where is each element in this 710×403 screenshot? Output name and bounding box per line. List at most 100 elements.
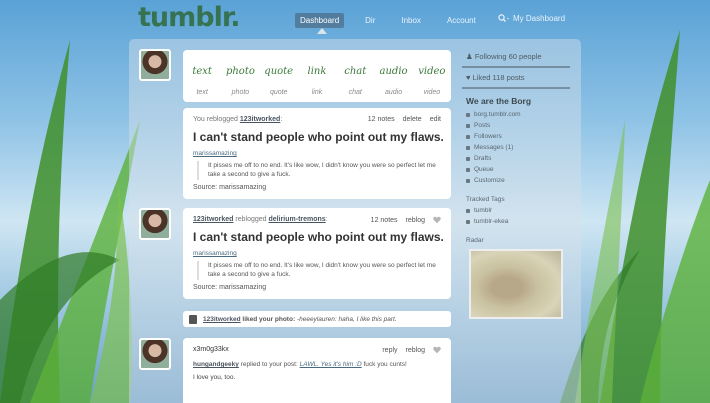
quote-text: It pisses me off to no end. It's like wo… [197, 261, 439, 280]
nav-inbox[interactable]: Inbox [396, 13, 426, 28]
post-title: I can't stand people who point out my fl… [193, 130, 444, 144]
post-source[interactable]: Source: marissamazing [193, 184, 266, 191]
liker-link[interactable]: 123itworked [203, 316, 241, 323]
radar-image[interactable] [469, 249, 563, 319]
post-avatar[interactable] [139, 208, 171, 240]
post-actions: 12 notes reblog [371, 216, 441, 224]
liked-photo-caption[interactable]: -heeeylauren: haha, I like this part. [297, 316, 397, 323]
post-card: You reblogged 123itworked: 12 notes dele… [183, 108, 451, 199]
post-type-link[interactable]: link link [298, 50, 336, 102]
post-type-label: chat [348, 89, 362, 96]
post-type-photo[interactable]: photo photo [221, 50, 259, 102]
following-count[interactable]: ♟ Following 60 people [462, 48, 570, 65]
post-suffix: : [280, 116, 283, 123]
like-notification-icon [189, 314, 197, 324]
post-type-video[interactable]: video video [413, 50, 451, 102]
post-type-label: quote [269, 89, 288, 96]
reply-line: hungandgeeky replied to your post: LAWL.… [193, 361, 407, 368]
post-title: I can't stand people who point out my fl… [193, 230, 444, 244]
person-icon: ♟ [466, 52, 473, 61]
main-nav: Dashboard Dir Inbox Account [295, 12, 497, 28]
nav-account[interactable]: Account [442, 13, 481, 28]
blog-title[interactable]: We are the Borg [462, 90, 570, 109]
search-label: My Dashboard [513, 14, 566, 23]
reblogged-from-link[interactable]: delirium-tremons [269, 216, 326, 223]
like-notification: 123itworked liked your photo: -heeeylaur… [183, 311, 451, 327]
post-type-audio[interactable]: audio audio [374, 50, 412, 102]
post-avatar[interactable] [139, 338, 171, 370]
customize-link[interactable]: Customize [462, 175, 570, 186]
posts-link[interactable]: Posts [462, 120, 570, 131]
search-control[interactable]: My Dashboard [498, 14, 565, 23]
reply-post-link[interactable]: LAWL. Yes it's him :D [300, 361, 362, 368]
notes-count[interactable]: 12 notes [368, 116, 395, 123]
post-actions: reply reblog [382, 346, 441, 354]
messages-link[interactable]: Messages (1) [462, 142, 570, 153]
quote-source-user[interactable]: marissamazing [193, 250, 237, 257]
post-type-script: text [192, 66, 212, 77]
post-suffix: : [325, 216, 328, 223]
post-type-label: text [196, 89, 208, 96]
reblog-button[interactable]: reblog [406, 347, 425, 354]
post-user-link[interactable]: 123itworked [240, 116, 280, 123]
reply-button[interactable]: reply [382, 347, 397, 354]
post-type-script: audio [379, 66, 408, 77]
likes-label: Liked 118 posts [472, 73, 525, 82]
post-user[interactable]: x3m0g33kx [193, 346, 229, 353]
post-type-chat[interactable]: chat chat [336, 50, 374, 102]
search-icon [498, 14, 509, 22]
post-type-label: link [311, 89, 323, 96]
nav-dashboard[interactable]: Dashboard [295, 12, 345, 28]
top-header: tumblr. Dashboard Dir Inbox Account My D… [0, 0, 710, 38]
like-text: liked your photo: [242, 315, 296, 323]
post-card: 123itworked reblogged delirium-tremons: … [183, 208, 451, 299]
sidebar: ♟ Following 60 people ♥ Liked 118 posts … [462, 48, 570, 246]
post-type-script: chat [344, 66, 367, 77]
tag-link[interactable]: tumblr [462, 205, 570, 216]
nav-active-caret [317, 28, 327, 34]
notes-count[interactable]: 12 notes [371, 217, 398, 224]
post-user-link[interactable]: 123itworked [193, 216, 233, 223]
edit-button[interactable]: edit [430, 116, 441, 123]
user-avatar[interactable] [139, 49, 171, 81]
post-actions: 12 notes delete edit [368, 116, 441, 123]
post-type-label: audio [384, 89, 403, 96]
queue-link[interactable]: Queue [462, 164, 570, 175]
post-middle: reblogged [235, 216, 267, 223]
reply-text: replied to your post: [240, 361, 298, 368]
reblog-button[interactable]: reblog [406, 217, 425, 224]
tumblr-logo[interactable]: tumblr. [138, 2, 241, 33]
post-type-script: quote [264, 66, 294, 77]
post-type-label: video [423, 89, 441, 96]
post-type-quote[interactable]: quote quote [260, 50, 298, 102]
post-card: x3m0g33kx reply reblog hungandgeeky repl… [183, 338, 451, 403]
likes-count[interactable]: ♥ Liked 118 posts [462, 69, 570, 86]
following-label: Following 60 people [474, 52, 542, 61]
reply-tail: fuck you cunts! [363, 361, 407, 368]
tracked-tags-label: Tracked Tags [466, 196, 505, 203]
nav-directory[interactable]: Dir [360, 13, 380, 28]
post-type-label: photo [231, 89, 250, 96]
post-type-script: link [307, 66, 327, 77]
post-type-text[interactable]: text text [183, 50, 221, 102]
replier-link[interactable]: hungandgeeky [193, 361, 239, 368]
quote-source-user[interactable]: marissamazing [193, 150, 237, 157]
delete-button[interactable]: delete [403, 116, 422, 123]
heart-icon[interactable] [433, 216, 441, 224]
sidebar-divider [462, 66, 570, 68]
drafts-link[interactable]: Drafts [462, 153, 570, 164]
post-source[interactable]: Source: marissamazing [193, 284, 266, 291]
blog-url-link[interactable]: borg.tumblr.com [462, 109, 570, 120]
followers-link[interactable]: Followers [462, 131, 570, 142]
post-type-script: photo [225, 66, 255, 77]
post-prefix: You reblogged [193, 116, 238, 123]
tag-link[interactable]: tumblr-ekea [462, 216, 570, 227]
heart-icon: ♥ [466, 73, 471, 82]
post-type-bar: text text photo photo quote quote link l… [183, 50, 451, 102]
sidebar-divider [462, 87, 570, 89]
reply-body: I love you, too. [193, 374, 236, 381]
post-type-script: video [418, 66, 446, 77]
heart-icon[interactable] [433, 346, 441, 354]
quote-text: It pisses me off to no end. It's like wo… [197, 161, 439, 180]
radar-label: Radar [466, 237, 484, 244]
